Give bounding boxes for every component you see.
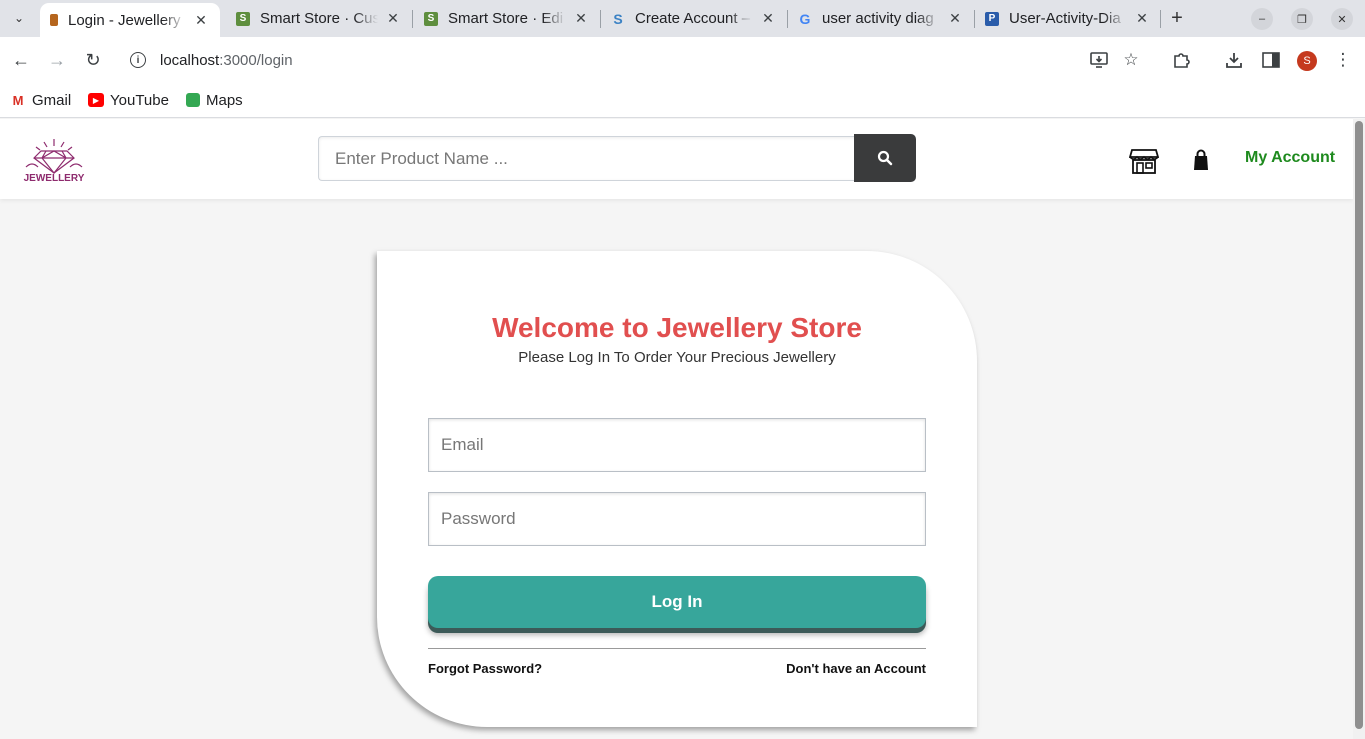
tab-separator bbox=[1160, 10, 1161, 28]
new-tab-plus-icon[interactable]: + bbox=[1166, 7, 1188, 29]
bookmark-youtube[interactable]: ▶ YouTube bbox=[88, 90, 169, 110]
bookmark-gmail[interactable]: M Gmail bbox=[10, 90, 72, 110]
tab-smart-store-customers[interactable]: S Smart Store · Cus ✕ bbox=[226, 0, 412, 37]
url-host: localhost bbox=[160, 51, 220, 69]
maps-icon bbox=[186, 93, 200, 107]
close-icon[interactable]: ✕ bbox=[946, 10, 964, 28]
close-icon[interactable]: ✕ bbox=[384, 10, 402, 28]
tab-search-chevron-icon[interactable]: ⌄ bbox=[8, 7, 30, 29]
tab-title: Create Account – bbox=[635, 10, 751, 27]
bookmark-maps[interactable]: Maps bbox=[186, 90, 243, 110]
divider bbox=[428, 648, 926, 649]
login-card: Welcome to Jewellery Store Please Log In… bbox=[377, 251, 977, 727]
login-title: Welcome to Jewellery Store bbox=[492, 312, 862, 343]
tab-login-jewellery[interactable]: Login - Jewellery ✕ bbox=[40, 3, 220, 37]
store-icon[interactable] bbox=[1129, 147, 1159, 175]
site-info-icon[interactable]: i bbox=[130, 52, 146, 68]
my-account-link[interactable]: My Account bbox=[1245, 149, 1335, 167]
tab-user-activity-diagram[interactable]: P User-Activity-Dia ✕ bbox=[975, 0, 1161, 37]
address-bar[interactable]: i localhost:3000/login bbox=[118, 43, 1158, 77]
tab-separator bbox=[412, 10, 413, 28]
tab-title: User-Activity-Dia bbox=[1009, 10, 1121, 27]
stripe-s-icon: S bbox=[613, 10, 623, 27]
search-icon bbox=[877, 150, 893, 166]
jewellery-logo[interactable]: JEWELLERY bbox=[8, 137, 100, 184]
jewellery-favicon-icon bbox=[50, 14, 58, 26]
site-header: JEWELLERY My Account bbox=[0, 119, 1353, 199]
extensions-puzzle-icon[interactable] bbox=[1169, 48, 1193, 72]
bookmark-star-icon[interactable]: ☆ bbox=[1119, 48, 1143, 72]
svg-text:JEWELLERY: JEWELLERY bbox=[24, 173, 85, 183]
login-button[interactable]: Log In bbox=[428, 576, 926, 628]
tab-google-search[interactable]: G user activity diag ✕ bbox=[788, 0, 974, 37]
browser-toolbar: ← → ↻ i localhost:3000/login ☆ S ⋮ bbox=[0, 37, 1365, 83]
tab-title: Smart Store · Edi bbox=[448, 10, 564, 27]
close-icon[interactable]: ✕ bbox=[759, 10, 777, 28]
menu-dots-icon[interactable]: ⋮ bbox=[1331, 48, 1355, 72]
side-panel-icon[interactable] bbox=[1259, 48, 1283, 72]
page-scrollbar[interactable] bbox=[1353, 119, 1365, 739]
visual-paradigm-icon: P bbox=[985, 11, 999, 26]
profile-avatar[interactable]: S bbox=[1297, 51, 1317, 71]
back-arrow-icon[interactable]: ← bbox=[9, 48, 33, 72]
tab-smart-store-edit[interactable]: S Smart Store · Edi ✕ bbox=[414, 0, 600, 37]
tab-create-account[interactable]: S Create Account – ✕ bbox=[601, 0, 787, 37]
gmail-icon: M bbox=[12, 92, 24, 108]
youtube-icon: ▶ bbox=[88, 93, 104, 107]
tab-title: Login - Jewellery bbox=[68, 11, 181, 29]
bookmark-label: YouTube bbox=[110, 91, 169, 109]
forgot-password-link[interactable]: Forgot Password? bbox=[428, 661, 542, 676]
email-field[interactable] bbox=[428, 418, 926, 472]
close-icon[interactable]: ✕ bbox=[1133, 10, 1151, 28]
scrollbar-thumb[interactable] bbox=[1355, 121, 1363, 729]
restore-icon[interactable]: ❐ bbox=[1291, 8, 1313, 30]
shopping-bag-icon[interactable] bbox=[1186, 147, 1216, 175]
bookmarks-bar: M Gmail ▶ YouTube Maps bbox=[0, 83, 1365, 118]
minimize-icon[interactable]: – bbox=[1251, 8, 1273, 30]
downloads-icon[interactable] bbox=[1222, 48, 1246, 72]
install-app-icon[interactable] bbox=[1087, 48, 1111, 72]
reload-icon[interactable]: ↻ bbox=[81, 48, 105, 72]
product-search-input[interactable] bbox=[318, 136, 858, 181]
login-subtitle: Please Log In To Order Your Precious Jew… bbox=[518, 349, 836, 366]
tab-title: Smart Store · Cus bbox=[260, 10, 378, 27]
password-field[interactable] bbox=[428, 492, 926, 546]
tab-title: user activity diag bbox=[822, 10, 934, 27]
signup-link[interactable]: Don't have an Account bbox=[786, 661, 926, 676]
close-icon[interactable]: ✕ bbox=[192, 11, 210, 29]
forward-arrow-icon[interactable]: → bbox=[45, 48, 69, 72]
bookmark-label: Gmail bbox=[32, 91, 72, 109]
close-icon[interactable]: ✕ bbox=[572, 10, 590, 28]
window-close-icon[interactable]: ✕ bbox=[1331, 8, 1353, 30]
search-button[interactable] bbox=[854, 134, 916, 182]
shopify-icon: S bbox=[236, 11, 250, 26]
bookmark-label: Maps bbox=[206, 91, 243, 109]
url-path: :3000/login bbox=[219, 51, 293, 69]
browser-tab-strip: ⌄ Login - Jewellery ✕ S Smart Store · Cu… bbox=[0, 0, 1365, 37]
shopify-icon: S bbox=[424, 11, 438, 26]
google-icon: G bbox=[799, 10, 811, 27]
